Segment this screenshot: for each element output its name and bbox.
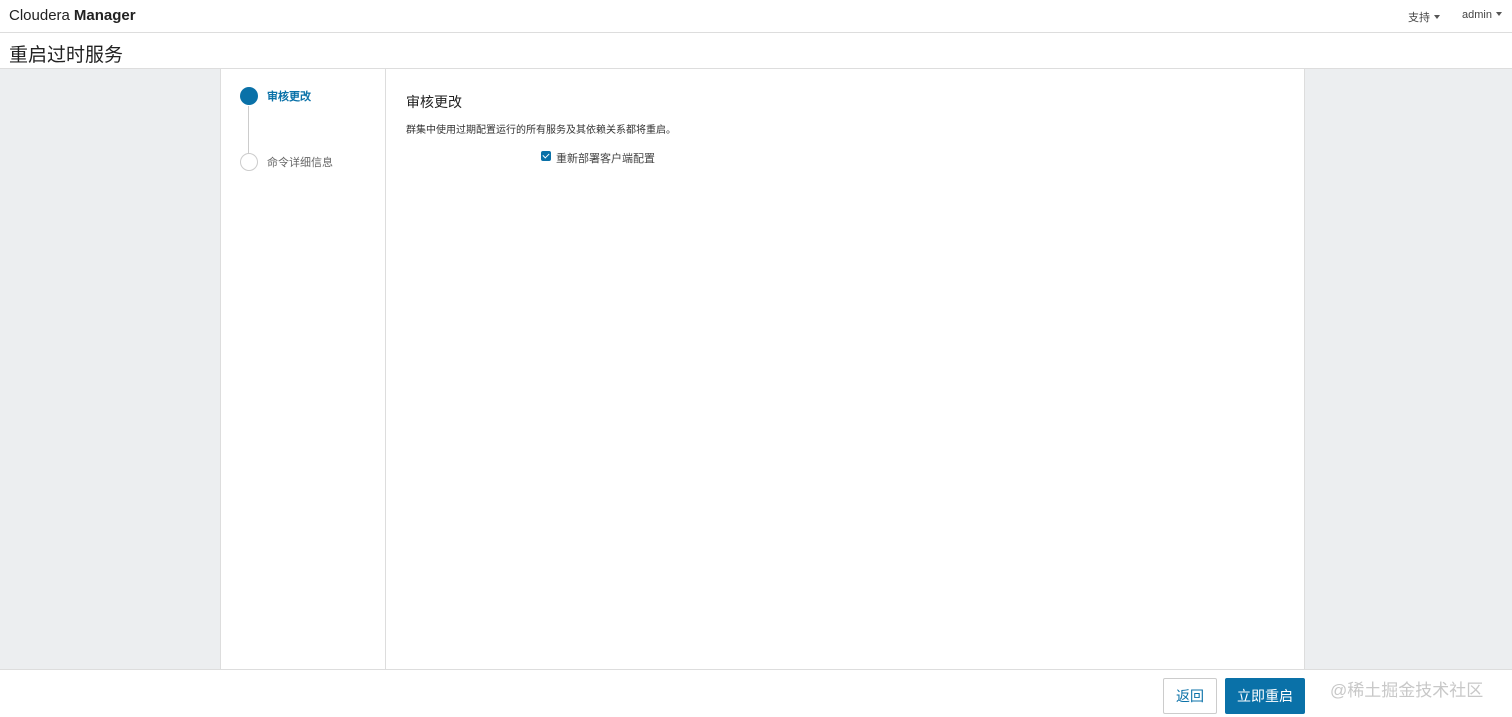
admin-user-menu[interactable]: admin	[1462, 9, 1502, 21]
wizard-steps: 审核更改 命令详细信息	[221, 69, 386, 669]
caret-down-icon	[1434, 15, 1440, 19]
brand-name-light: Cloudera	[9, 7, 70, 24]
step-active-circle-icon	[240, 87, 258, 105]
main-area: 审核更改 命令详细信息 审核更改 群集中使用过期配置运行的所有服务及其依赖关系都…	[0, 69, 1512, 669]
brand-name-bold: Manager	[73, 7, 136, 24]
restart-now-button[interactable]: 立即重启	[1225, 678, 1305, 714]
page-title-bar: 重启过时服务	[0, 33, 1512, 69]
support-menu[interactable]: 支持	[1408, 9, 1440, 25]
redeploy-client-config-checkbox[interactable]	[541, 151, 551, 161]
wizard-footer: 返回 立即重启 @稀土掘金技术社区	[0, 669, 1512, 717]
support-menu-label: 支持	[1408, 12, 1430, 24]
back-button[interactable]: 返回	[1163, 678, 1217, 714]
section-title: 审核更改	[406, 94, 462, 110]
caret-down-icon	[1495, 12, 1502, 16]
top-navbar: Cloudera Manager 支持 admin	[0, 0, 1512, 33]
wizard-content: 审核更改 群集中使用过期配置运行的所有服务及其依赖关系都将重启。 重新部署客户端…	[406, 69, 1286, 669]
step-label: 审核更改	[267, 91, 311, 103]
wizard-panel: 审核更改 命令详细信息 审核更改 群集中使用过期配置运行的所有服务及其依赖关系都…	[220, 69, 1305, 669]
page-title: 重启过时服务	[9, 45, 124, 66]
step-connector-line	[248, 106, 249, 157]
step-inactive-circle-icon	[240, 153, 258, 171]
admin-menu-label: admin	[1462, 9, 1492, 21]
redeploy-client-config-label: 重新部署客户端配置	[556, 153, 655, 165]
brand-logo[interactable]: Cloudera Manager	[9, 7, 136, 24]
restart-description: 群集中使用过期配置运行的所有服务及其依赖关系都将重启。	[406, 125, 676, 136]
step-label: 命令详细信息	[267, 157, 333, 169]
watermark-text: @稀土掘金技术社区	[1330, 681, 1484, 700]
